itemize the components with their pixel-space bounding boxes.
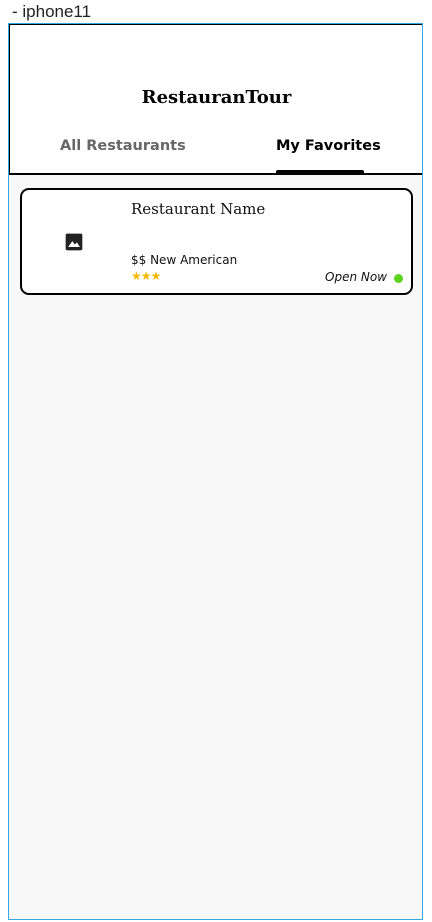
restaurant-price-category: $$ New American [131, 253, 238, 267]
open-status-dot [394, 274, 403, 283]
image-icon [65, 233, 83, 251]
device-label: - iphone11 [12, 2, 92, 21]
tab-all-restaurants[interactable]: All Restaurants [60, 138, 186, 154]
rating-stars: ★★★ [131, 269, 161, 283]
app-title: RestauranTour [141, 87, 292, 108]
restaurant-card[interactable]: Restaurant Name $$ New American ★★★ Open… [20, 188, 413, 295]
restaurant-name: Restaurant Name [131, 200, 266, 218]
active-tab-indicator [276, 170, 364, 174]
tab-my-favorites[interactable]: My Favorites [276, 138, 381, 154]
device-frame: RestauranTour All Restaurants My Favorit… [8, 23, 423, 920]
app-header: RestauranTour All Restaurants My Favorit… [9, 24, 422, 175]
open-status-label: Open Now [325, 270, 387, 284]
